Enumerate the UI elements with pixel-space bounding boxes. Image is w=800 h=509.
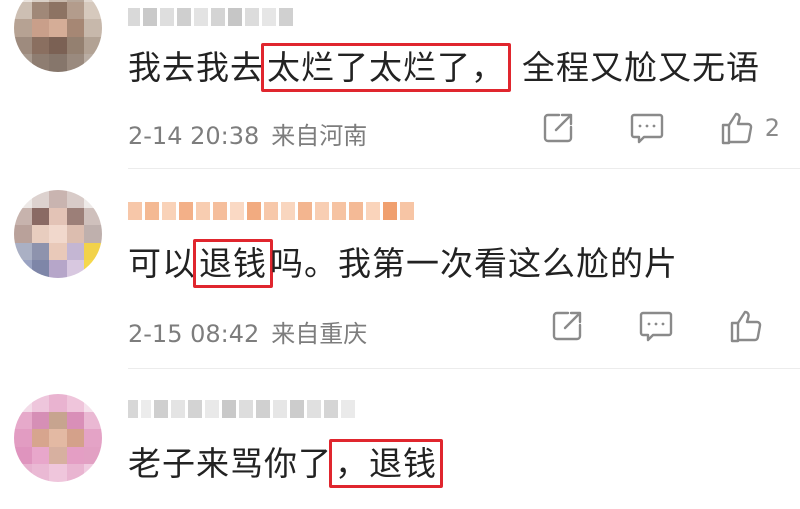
comment-text-part: 可以: [128, 244, 196, 283]
comment-button[interactable]: [638, 309, 674, 343]
comment-meta: 2-15 08:42 来自重庆: [128, 314, 367, 349]
like-button[interactable]: 2: [719, 110, 780, 146]
username-blurred[interactable]: [128, 6, 293, 28]
comment-text-part: 全程又尬又无语: [522, 48, 760, 87]
highlight-box: 太烂了太烂了，: [261, 43, 511, 92]
comment-button[interactable]: [629, 111, 665, 145]
comment-location: 来自河南: [271, 122, 368, 150]
divider: [128, 368, 800, 369]
like-icon: [721, 112, 752, 145]
username-blurred[interactable]: [128, 398, 355, 420]
username-blurred[interactable]: [128, 200, 414, 222]
divider: [128, 168, 800, 169]
highlight-box: 退钱: [193, 239, 273, 288]
comment-meta: 2-14 20:38 来自河南: [128, 116, 367, 151]
comment-actions: 2: [541, 110, 780, 146]
highlight-box: ，退钱: [329, 439, 443, 488]
avatar[interactable]: [14, 394, 102, 482]
comment-icon: [630, 113, 663, 144]
like-count: 2: [764, 114, 780, 142]
comment-text: 老子来骂你了，退钱: [128, 439, 443, 488]
comment-text-part: 老子来骂你了: [128, 444, 332, 483]
share-button[interactable]: [550, 309, 584, 343]
comment-location: 来自重庆: [271, 320, 368, 348]
avatar[interactable]: [14, 190, 102, 278]
like-button[interactable]: [728, 308, 774, 344]
comment-date: 2-14 20:38: [128, 122, 260, 150]
comment-text-part: 吗。我第一次看这么尬的片: [270, 244, 678, 283]
comment-actions: [550, 308, 774, 344]
comment-icon: [639, 311, 673, 342]
comment-text-part: 我去我去: [128, 48, 264, 87]
share-icon: [552, 311, 582, 341]
comment-text: 可以退钱吗。我第一次看这么尬的片: [128, 239, 678, 288]
like-icon: [730, 310, 762, 343]
comment-text: 我去我去太烂了太烂了， 全程又尬又无语: [128, 43, 760, 92]
share-icon: [543, 113, 572, 143]
avatar[interactable]: [14, 0, 102, 72]
comment-date: 2-15 08:42: [128, 320, 260, 348]
share-button[interactable]: [541, 111, 575, 145]
